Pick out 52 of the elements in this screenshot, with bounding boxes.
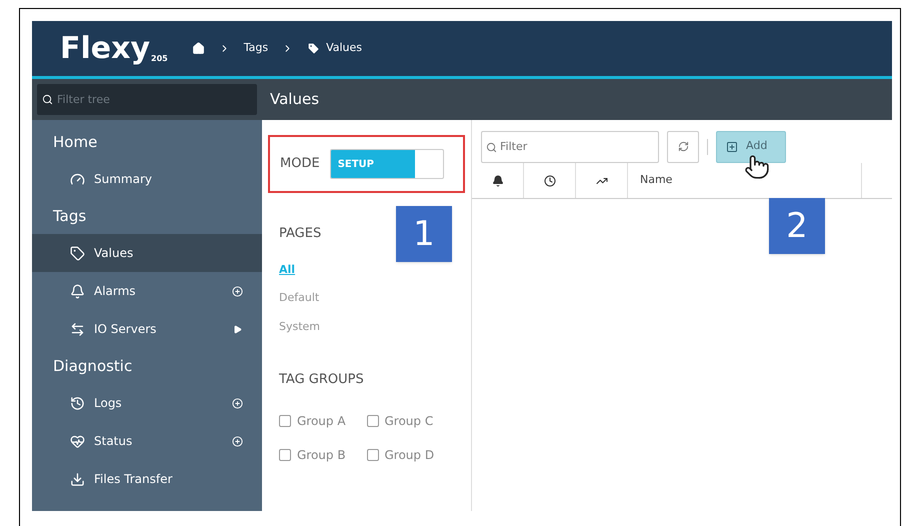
group-checkbox[interactable]: Group A xyxy=(279,412,366,430)
history-icon xyxy=(70,396,85,410)
group-checkbox[interactable]: Group D xyxy=(366,446,454,464)
tag-groups-heading: TAG GROUPS xyxy=(279,371,365,389)
arrows-icon xyxy=(70,322,85,336)
caret-icon[interactable] xyxy=(233,324,242,334)
home-icon[interactable] xyxy=(192,42,205,55)
callout-badge: 2 xyxy=(769,198,825,254)
sidebar-section: Home xyxy=(32,124,262,160)
logo: Flexy xyxy=(60,34,150,64)
tag-icon xyxy=(307,42,320,55)
refresh-button[interactable] xyxy=(667,130,699,162)
page-title: Values xyxy=(270,89,320,110)
checkbox[interactable] xyxy=(279,448,291,460)
gauge-icon xyxy=(70,172,85,186)
sidebar-item[interactable]: Status xyxy=(32,422,262,460)
sidebar-item[interactable]: Summary xyxy=(32,160,262,198)
mode-label: MODE xyxy=(280,155,320,174)
sidebar-item[interactable]: IO Servers xyxy=(32,310,262,348)
sidebar-item[interactable]: Alarms xyxy=(32,272,262,310)
sidebar-section: Diagnostic xyxy=(32,348,262,384)
plus-icon[interactable] xyxy=(232,436,243,446)
bell-icon[interactable] xyxy=(492,174,504,186)
sidebar-item[interactable]: Values xyxy=(32,234,262,272)
callout-badge: 1 xyxy=(396,206,452,262)
plus-icon[interactable] xyxy=(232,398,243,408)
plus-icon[interactable] xyxy=(232,286,243,296)
checkbox[interactable] xyxy=(279,414,291,426)
group-checkbox[interactable]: Group B xyxy=(279,446,366,464)
filter-field[interactable]: Filter xyxy=(481,130,659,162)
sidebar-section: Tags xyxy=(32,198,262,234)
sidebar-item[interactable]: Files Transfer xyxy=(32,460,262,498)
bell-icon xyxy=(70,284,85,298)
search-icon xyxy=(42,94,53,105)
refresh-icon xyxy=(678,141,688,152)
checkbox[interactable] xyxy=(366,448,378,460)
clock-icon[interactable] xyxy=(544,174,556,186)
search-icon xyxy=(486,142,497,152)
heart-icon xyxy=(70,434,85,448)
filter-tree-field[interactable]: Filter tree xyxy=(37,84,257,115)
breadcrumb-link[interactable]: Tags xyxy=(244,40,268,57)
plus-icon xyxy=(726,140,738,152)
logo-model: 205 xyxy=(151,54,168,62)
sidebar-item[interactable]: Logs xyxy=(32,384,262,422)
download-icon xyxy=(70,472,85,486)
add-button[interactable]: Add xyxy=(716,130,786,162)
breadcrumb-current: Values xyxy=(307,40,362,57)
hand-cursor-icon xyxy=(744,154,770,180)
pages-heading: PAGES xyxy=(279,225,322,243)
tag-icon xyxy=(70,246,85,260)
checkbox[interactable] xyxy=(366,414,378,426)
group-checkbox[interactable]: Group C xyxy=(366,412,454,430)
